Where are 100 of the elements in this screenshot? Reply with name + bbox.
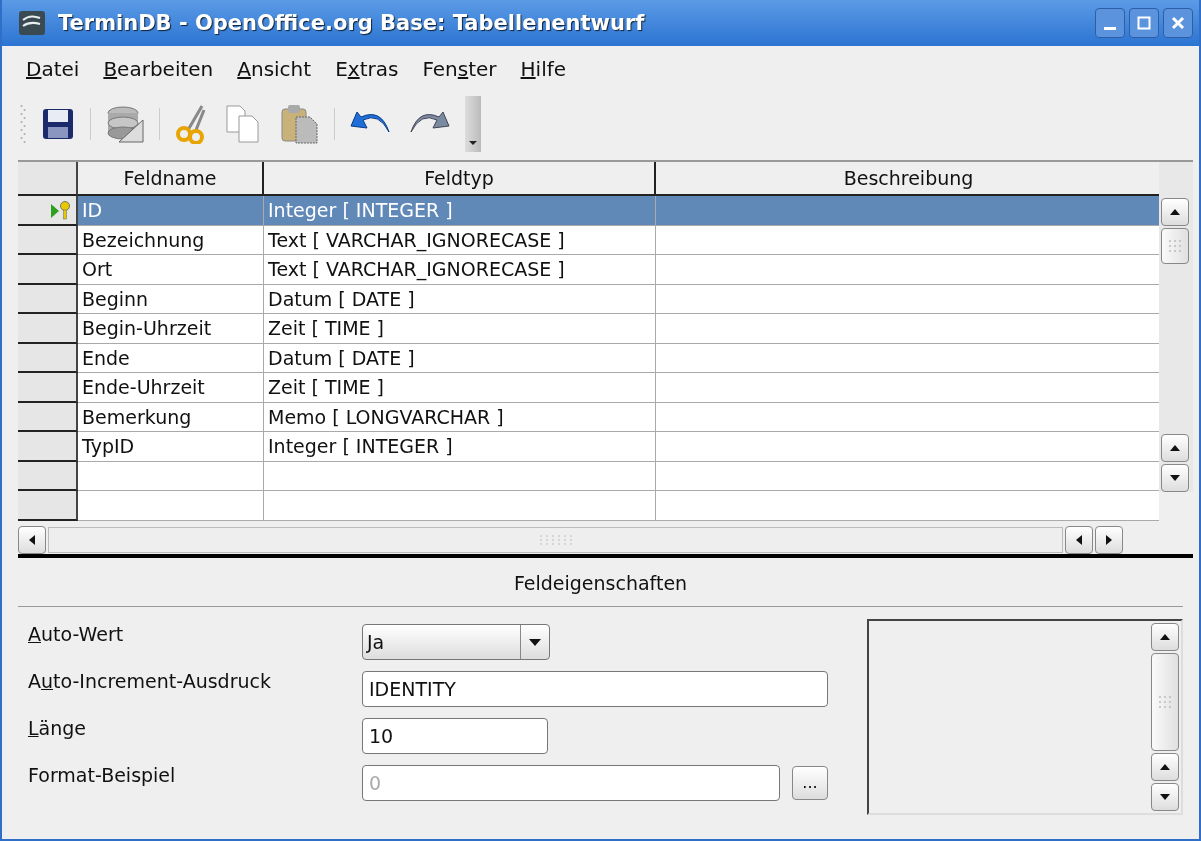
table-cell[interactable]: [656, 225, 1159, 255]
close-button[interactable]: [1163, 8, 1193, 38]
row-header[interactable]: [18, 432, 78, 462]
input-field[interactable]: 10: [362, 717, 548, 754]
header-corner: [18, 162, 78, 196]
scroll-left-button[interactable]: [18, 526, 46, 554]
up-arrow-icon: [1169, 444, 1181, 452]
table-cell[interactable]: Bemerkung: [78, 402, 264, 432]
maximize-button[interactable]: [1129, 8, 1159, 38]
scroll-up-button[interactable]: [1151, 753, 1179, 781]
table-cell[interactable]: [656, 491, 1159, 521]
scroll-thumb[interactable]: [1161, 228, 1189, 264]
table-cell[interactable]: Zeit [ TIME ]: [264, 373, 656, 403]
table-cell[interactable]: [656, 196, 1159, 226]
table-cell[interactable]: [656, 284, 1159, 314]
table-cell[interactable]: Integer [ INTEGER ]: [264, 432, 656, 462]
maximize-icon: [1136, 15, 1152, 31]
field-label: Format-Beispiel: [28, 764, 177, 786]
menu-item[interactable]: Hilfe: [520, 57, 567, 81]
column-header[interactable]: Feldname: [78, 162, 264, 196]
table-cell[interactable]: Text [ VARCHAR_IGNORECASE ]: [264, 255, 656, 285]
column-header[interactable]: Feldtyp: [264, 162, 656, 196]
row-header[interactable]: [18, 255, 78, 285]
table-cell[interactable]: [656, 432, 1159, 462]
table-cell[interactable]: [656, 343, 1159, 373]
table-cell[interactable]: Begin-Uhrzeit: [78, 314, 264, 344]
scroll-down-button[interactable]: [1161, 464, 1189, 492]
minimize-icon: [1104, 26, 1116, 30]
app-icon: [18, 10, 46, 36]
table-cell[interactable]: [656, 373, 1159, 403]
table-cell[interactable]: [264, 461, 656, 491]
row-header[interactable]: [18, 225, 78, 255]
up-arrow-icon: [1159, 763, 1171, 771]
table-cell[interactable]: ID: [78, 196, 264, 226]
table-cell[interactable]: Datum [ DATE ]: [264, 343, 656, 373]
key-icon: [50, 199, 72, 220]
table-cell[interactable]: [656, 461, 1159, 491]
right-arrow-icon: [1105, 534, 1113, 546]
table-cell[interactable]: [264, 491, 656, 521]
table-cell[interactable]: Datum [ DATE ]: [264, 284, 656, 314]
minimize-button[interactable]: [1095, 8, 1125, 38]
database-icon[interactable]: [105, 104, 145, 144]
row-header[interactable]: [18, 373, 78, 403]
paste-icon[interactable]: [278, 103, 320, 145]
dropdown[interactable]: Ja: [362, 623, 550, 660]
scroll-up-button[interactable]: [1161, 434, 1189, 462]
table-cell[interactable]: Ende: [78, 343, 264, 373]
close-icon: [1170, 15, 1186, 31]
row-header[interactable]: [18, 284, 78, 314]
table-cell[interactable]: Zeit [ TIME ]: [264, 314, 656, 344]
menu-item[interactable]: Fenster: [422, 57, 497, 81]
section-title: Feldeigenschaften: [18, 558, 1183, 607]
menu-item[interactable]: Bearbeiten: [103, 57, 214, 81]
left-arrow-icon: [28, 534, 36, 546]
scroll-up-button[interactable]: [1151, 623, 1179, 651]
row-header[interactable]: [18, 196, 78, 226]
grip-icon: [1168, 239, 1182, 253]
table-cell[interactable]: Text [ VARCHAR_IGNORECASE ]: [264, 225, 656, 255]
table-cell[interactable]: Ort: [78, 255, 264, 285]
up-arrow-icon: [1159, 633, 1171, 641]
table-cell[interactable]: Ende-Uhrzeit: [78, 373, 264, 403]
table-cell[interactable]: [656, 314, 1159, 344]
toolbar-grip[interactable]: [20, 102, 26, 146]
field-label: Auto-Wert: [28, 623, 125, 645]
scroll-down-button[interactable]: [1151, 783, 1179, 811]
down-arrow-icon: [1159, 793, 1171, 801]
row-header[interactable]: [18, 343, 78, 373]
up-arrow-icon: [1169, 208, 1181, 216]
toolbar-overflow-button[interactable]: [465, 96, 481, 152]
row-header[interactable]: [18, 461, 78, 491]
menu-item[interactable]: Extras: [335, 57, 399, 81]
caret-icon: [468, 140, 478, 146]
table-cell[interactable]: Memo [ LONGVARCHAR ]: [264, 402, 656, 432]
save-icon[interactable]: [40, 106, 76, 142]
menu-item[interactable]: Ansicht: [237, 57, 312, 81]
scroll-up-button[interactable]: [1161, 198, 1189, 226]
scroll-right-button[interactable]: [1095, 526, 1123, 554]
left-arrow-icon: [1075, 534, 1083, 546]
row-header[interactable]: [18, 491, 78, 521]
field-label: Länge: [28, 717, 88, 739]
scroll-left-button[interactable]: [1065, 526, 1093, 554]
menu-item[interactable]: Datei: [26, 57, 80, 81]
vertical-scrollbar[interactable]: [1159, 162, 1193, 492]
row-header[interactable]: [18, 314, 78, 344]
table-cell[interactable]: [656, 255, 1159, 285]
input-field[interactable]: IDENTITY: [362, 670, 828, 707]
table-cell[interactable]: [78, 491, 264, 521]
table-cell[interactable]: Bezeichnung: [78, 225, 264, 255]
row-header[interactable]: [18, 402, 78, 432]
window-title: TerminDB - OpenOffice.org Base: Tabellenentwurf: [58, 11, 646, 35]
grip-icon: [1158, 695, 1172, 709]
table-cell[interactable]: Integer [ INTEGER ]: [264, 196, 656, 226]
down-arrow-icon: [1169, 474, 1181, 482]
table-cell[interactable]: [78, 461, 264, 491]
scroll-thumb[interactable]: [1151, 653, 1179, 751]
field-label: Auto-Increment-Ausdruck: [28, 670, 272, 692]
table-cell[interactable]: Beginn: [78, 284, 264, 314]
table-cell[interactable]: [656, 402, 1159, 432]
table-cell[interactable]: TypID: [78, 432, 264, 462]
scroll-grip-icon[interactable]: [537, 533, 574, 547]
